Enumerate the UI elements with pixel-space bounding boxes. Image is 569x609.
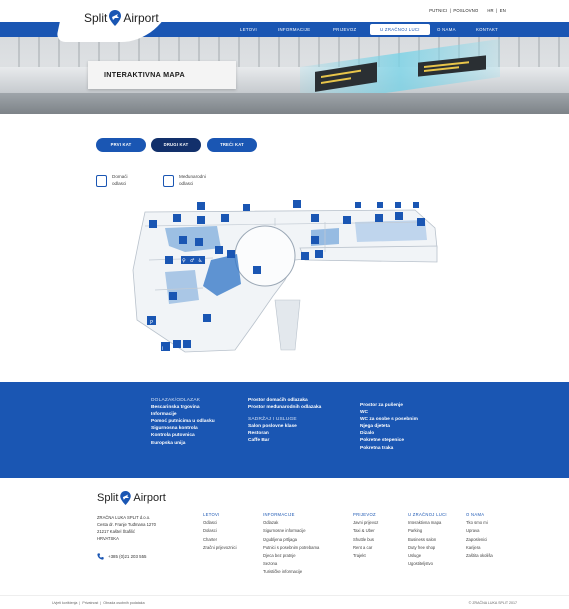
airplane-pin-icon [109,10,122,26]
band-item[interactable]: Pomoć putnicima u odlasku [151,418,215,425]
band-column-2: Prostor domaćih odlazaka Prostor međunar… [248,397,321,445]
footer-link[interactable]: Djeca bez pratnje [263,552,319,560]
site-logo[interactable]: Split Airport [84,10,159,26]
footer-phone[interactable]: +385 (0)21 203 555 [97,553,146,560]
footer-col-transport: PRIJEVOZ Javni prijevoz Taxi & Uber Shut… [353,511,378,560]
footer-link[interactable]: Odlazak [263,519,319,527]
band-item[interactable]: Prostor za pušenje [360,402,418,409]
band-item[interactable]: Njega djeteta [360,423,418,430]
footer-link[interactable]: Turističke informacije [263,568,319,576]
footer-link[interactable]: Dolasci [203,527,237,535]
link-passengers[interactable]: PUTNICI [429,8,447,13]
lang-hr[interactable]: HR [487,8,493,13]
nav-information[interactable]: INFORMACIJE [278,27,310,32]
footer-link[interactable]: Duty free shop [408,544,447,552]
footer-link[interactable]: Izgubljena prtljaga [263,536,319,544]
footer-link[interactable]: Sigurnosne informacije [263,527,319,535]
footer-link[interactable]: Interaktivna mapa [408,519,447,527]
footer-link[interactable]: Taxi & Uber [353,527,378,535]
footer-logo-airport: Airport [133,492,166,504]
band-item[interactable]: Prostor domaćih odlazaka [248,397,321,404]
footer-link[interactable]: Charter [203,536,237,544]
footer-link[interactable]: Rent a car [353,544,378,552]
link-data-processing[interactable]: Obrada osobnih podataka [103,601,144,605]
footer-link[interactable]: Zračni prijevoznici [203,544,237,552]
band-item[interactable]: WC [360,409,418,416]
svg-text:♂: ♂ [190,258,194,264]
footer-col-at-airport: U ZRAČNOJ LUCI Interaktivna mapa Parking… [408,511,447,568]
footer-link[interactable]: Sezona [263,560,319,568]
nav-transport[interactable]: PRIJEVOZ [333,27,356,32]
footer-logo-split: Split [97,492,119,504]
nav-at-airport[interactable]: U ZRAČNOJ LUCI [370,24,430,35]
band-item[interactable]: Pokretne stepenice [360,437,418,444]
hero-image [0,37,569,114]
band-item[interactable]: Kontrola putovnica [151,432,215,439]
footer-link[interactable]: Shuttle bus [353,536,378,544]
footer-link[interactable]: Zaposlenici [466,536,493,544]
footer-link[interactable]: Karijera [466,544,493,552]
airplane-pin-icon [120,491,132,505]
footer-link[interactable]: Tko smo mi [466,519,493,527]
band-heading: DOLAZAK/ODLAZAK [151,398,201,403]
band-item[interactable]: Europska unija [151,440,215,447]
floor-button-first[interactable]: PRVI KAT [96,138,146,152]
band-item[interactable]: WC za osobe s posebnim [360,416,418,423]
footer-link[interactable]: Uprava [466,527,493,535]
footer-col-flights: LETOVI Odlasci Dolasci Charter Zračni pr… [203,511,237,552]
floor-button-second[interactable]: DRUGI KAT [151,138,201,152]
footer-link[interactable]: Trajekt [353,552,378,560]
band-item[interactable]: Informacije [151,411,215,418]
band-column-3: Prostor za pušenje WC WC za osobe s pose… [360,402,418,452]
terminal-map[interactable]: ♀ ♂ ♿ Pi [125,200,445,362]
link-privacy[interactable]: Privatnost [82,601,98,605]
footer-link[interactable]: Business salon [408,536,447,544]
footer-link[interactable]: Zaštita okoliša [466,552,493,560]
footer-link[interactable]: Javni prijevoz [353,519,378,527]
nav-about[interactable]: O NAMA [437,27,456,32]
lang-en[interactable]: EN [500,8,506,13]
legal-links: Uvjeti korištenja | Privatnost | Obrada … [52,601,145,605]
footer-divider [0,595,569,596]
footer-link[interactable]: Usluge [408,552,447,560]
footer-link[interactable]: Odlasci [203,519,237,527]
footer-col-about: O NAMA Tko smo mi Uprava Zaposlenici Kar… [466,511,493,560]
legend-domestic: Domaći odlasci [112,174,128,186]
band-item[interactable]: Sigurnosna kontrola [151,425,215,432]
svg-text:i: i [162,346,163,352]
band-item[interactable]: Bescarinska trgovina [151,404,215,411]
band-item[interactable]: Caffe Bar [248,437,321,444]
footer-logo[interactable]: Split Airport [97,491,166,505]
nav-flights[interactable]: LETOVI [240,27,257,32]
logo-text-split: Split [84,11,108,25]
band-item[interactable]: Pokretna traka [360,445,418,452]
phone-icon [97,553,104,560]
footer-col-information: INFORMACIJE Odlazak Sigurnosne informaci… [263,511,319,577]
logo-text-airport: Airport [123,11,159,25]
band-item[interactable]: Salon poslovne klase [248,423,321,430]
band-item[interactable]: Prostor međunarodnih odlazaka [248,404,321,411]
footer-link[interactable]: Parking [408,527,447,535]
link-terms[interactable]: Uvjeti korištenja [52,601,77,605]
legend-international-swatch [163,175,174,187]
footer-address: ZRAČNA LUKA SPLIT d.o.o. Cesta dr. Franj… [97,515,156,541]
nav-contact[interactable]: KONTAKT [476,27,498,32]
floor-button-third[interactable]: TREĆI KAT [207,138,257,152]
legend-domestic-swatch [96,175,107,187]
copyright: © ZRAČNA LUKA SPLIT 2017 [468,601,517,605]
band-item[interactable]: Dizalo [360,430,418,437]
svg-text:♿: ♿ [198,258,202,264]
svg-text:P: P [150,320,153,326]
band-heading: SADRŽAJ I USLUGE [248,417,297,423]
legend-international: Međunarodni odlasci [179,174,206,186]
band-item[interactable]: Restoran [248,430,321,437]
footer-link[interactable]: Ugostiteljstvo [408,560,447,568]
link-business[interactable]: POSLOVNO [453,8,478,13]
map-legend-band: DOLAZAK/ODLAZAK Bescarinska trgovina Inf… [0,382,569,478]
page-title: INTERAKTIVNA MAPA [104,70,185,79]
language-links: PUTNICI | POSLOVNO HR | EN [429,8,506,13]
footer-link[interactable]: Putnici s posebnim potrebama [263,544,319,552]
svg-text:♀: ♀ [182,258,186,264]
band-column-1: DOLAZAK/ODLAZAK Bescarinska trgovina Inf… [151,397,215,447]
